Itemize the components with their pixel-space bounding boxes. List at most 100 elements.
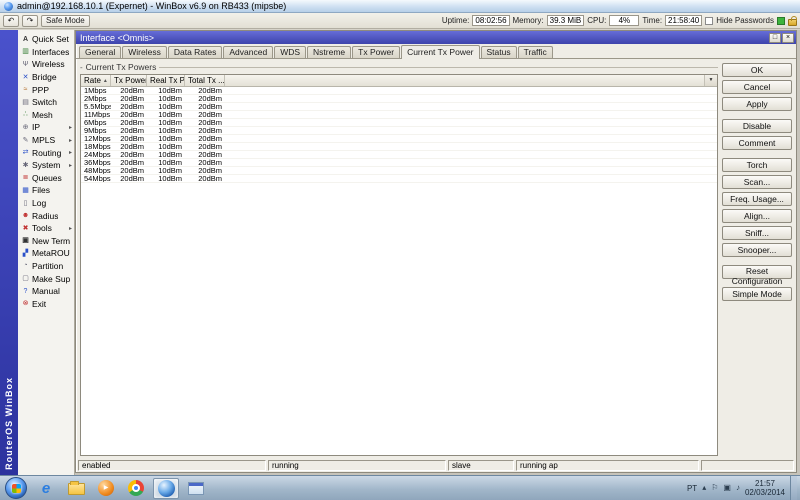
column-chooser-dropdown-icon[interactable]: ▼ — [704, 75, 717, 86]
metarouter-icon: ▞ — [22, 249, 29, 257]
tab-status[interactable]: Status — [480, 46, 517, 58]
table-row[interactable]: 18Mbps 20dBm 10dBm 20dBm — [81, 143, 717, 151]
language-indicator[interactable]: PT — [687, 484, 697, 493]
freq-usage-button[interactable]: Freq. Usage... — [722, 192, 792, 206]
table-row[interactable]: 48Mbps 20dBm 10dBm 20dBm — [81, 167, 717, 175]
volume-icon[interactable]: ♪ — [736, 483, 740, 493]
simple-mode-button[interactable]: Simple Mode — [722, 287, 792, 301]
tab-traffic[interactable]: Traffic — [517, 46, 553, 58]
winbox-app-icon[interactable] — [183, 478, 209, 499]
reset-configuration-button[interactable]: Reset Configuration — [722, 265, 792, 286]
app-titlebar[interactable]: admin@192.168.10.1 (Expernet) - WinBox v… — [0, 0, 800, 13]
table-row[interactable]: 11Mbps 20dBm 10dBm 20dBm — [81, 111, 717, 119]
tab-current-tx-power[interactable]: Current Tx Power — [401, 45, 480, 59]
time-value: 21:58:40 — [665, 15, 703, 26]
column-header-total-tx-power[interactable]: Total Tx ... — [185, 75, 225, 86]
table-row[interactable]: 1Mbps 20dBm 10dBm 20dBm — [81, 87, 717, 95]
real-tx-power-cell: 10dBm — [158, 127, 182, 134]
sidebar-item-exit[interactable]: ⊗ Exit — [18, 297, 74, 310]
sidebar-item-manual[interactable]: ? Manual — [18, 285, 74, 298]
table-row[interactable]: 24Mbps 20dBm 10dBm 20dBm — [81, 151, 717, 159]
sidebar-item-label: Tools — [32, 223, 52, 234]
start-button[interactable] — [3, 477, 29, 499]
total-tx-power-cell: 20dBm — [198, 95, 222, 102]
sidebar-item-routing[interactable]: ⇄ Routing ▸ — [18, 146, 74, 159]
sidebar-item-system[interactable]: ✱ System ▸ — [18, 159, 74, 172]
groupbox-collapse-icon[interactable]: - — [80, 63, 83, 72]
column-header-tx-power[interactable]: Tx Power — [111, 75, 147, 86]
tab-advanced[interactable]: Advanced — [223, 46, 274, 58]
sidebar-item-mesh[interactable]: ∴ Mesh — [18, 109, 74, 122]
table-row[interactable]: 54Mbps 20dBm 10dBm 20dBm — [81, 175, 717, 183]
undo-icon[interactable]: ↶ — [3, 14, 19, 27]
taskbar-clock[interactable]: 21:57 02/03/2014 — [745, 479, 785, 497]
column-header-rate[interactable]: Rate ▲ — [81, 75, 111, 86]
sidebar-item-interfaces[interactable]: ▥ Interfaces — [18, 46, 74, 59]
tab-general[interactable]: General — [79, 46, 122, 58]
sidebar-item-tools[interactable]: ✖ Tools ▸ — [18, 222, 74, 235]
sidebar-item-metarouter[interactable]: ▞MetaROUTER — [18, 247, 74, 260]
apply-button[interactable]: Apply — [722, 97, 792, 111]
ok-button[interactable]: OK — [722, 63, 792, 77]
status-running-ap: running ap — [516, 460, 699, 471]
comment-button[interactable]: Comment — [722, 136, 792, 150]
redo-icon[interactable]: ↷ — [22, 14, 38, 27]
sidebar-item-quick-set[interactable]: A Quick Set — [18, 33, 74, 46]
tab-data-rates[interactable]: Data Rates — [167, 46, 223, 58]
table-row[interactable]: 36Mbps 20dBm 10dBm 20dBm — [81, 159, 717, 167]
windows-explorer-icon[interactable] — [63, 478, 89, 499]
media-player-icon[interactable]: ▶ — [93, 478, 119, 499]
scan-button[interactable]: Scan... — [722, 175, 792, 189]
hidden-icons-chevron[interactable]: ▴ — [702, 483, 706, 493]
table-row[interactable]: 12Mbps 20dBm 10dBm 20dBm — [81, 135, 717, 143]
snooper-button[interactable]: Snooper... — [722, 243, 792, 257]
sidebar-item-make-supout[interactable]: ▢Make Supout.rif — [18, 272, 74, 285]
sidebar-item-label: Wireless — [32, 59, 65, 70]
interface-window-titlebar[interactable]: Interface <Omnis> □ × — [76, 31, 796, 44]
tab-tx-power[interactable]: Tx Power — [352, 46, 401, 58]
sidebar-item-queues[interactable]: ≣ Queues — [18, 172, 74, 185]
real-tx-power-cell: 10dBm — [158, 151, 182, 158]
action-buttons: OK Cancel Apply Disable Comment Torch Sc… — [722, 62, 792, 456]
table-row[interactable]: 9Mbps 20dBm 10dBm 20dBm — [81, 127, 717, 135]
table-row[interactable]: 2Mbps 20dBm 10dBm 20dBm — [81, 95, 717, 103]
sidebar-item-radius[interactable]: ☻ Radius — [18, 209, 74, 222]
play-icon: ▶ — [98, 480, 114, 496]
sidebar-item-log[interactable]: ▯ Log — [18, 197, 74, 210]
winbox-globe-icon[interactable] — [153, 477, 179, 499]
table-row[interactable]: 6Mbps 20dBm 10dBm 20dBm — [81, 119, 717, 127]
disable-button[interactable]: Disable — [722, 119, 792, 133]
column-header-real-tx-power[interactable]: Real Tx P... — [147, 75, 185, 86]
cancel-button[interactable]: Cancel — [722, 80, 792, 94]
sidebar-item-label: Log — [32, 198, 47, 209]
wireless-icon: Ψ — [22, 60, 29, 68]
flag-icon[interactable]: ⚐ — [711, 483, 718, 493]
sidebar-item-wireless[interactable]: Ψ Wireless — [18, 58, 74, 71]
tab-wireless[interactable]: Wireless — [122, 46, 167, 58]
sidebar-item-files[interactable]: ▦ Files — [18, 184, 74, 197]
tx-power-cell: 20dBm — [120, 151, 144, 158]
sidebar-item-ip[interactable]: ⊕ IP ▸ — [18, 121, 74, 134]
align-button[interactable]: Align... — [722, 209, 792, 223]
tab-nstreme[interactable]: Nstreme — [307, 46, 352, 58]
hide-passwords-checkbox[interactable] — [705, 16, 714, 25]
table-row[interactable]: 5.5Mbps 20dBm 10dBm 20dBm — [81, 103, 717, 111]
sidebar-item-switch[interactable]: ▤ Switch — [18, 96, 74, 109]
show-desktop-button[interactable] — [790, 475, 797, 500]
sidebar-item-mpls[interactable]: ✎ MPLS ▸ — [18, 134, 74, 147]
sidebar-item-ppp[interactable]: ≈ PPP — [18, 83, 74, 96]
sidebar-item-label: System — [32, 160, 61, 171]
restore-icon[interactable]: □ — [769, 32, 781, 43]
sniff-button[interactable]: Sniff... — [722, 226, 792, 240]
chrome-icon[interactable] — [123, 478, 149, 499]
tab-wds[interactable]: WDS — [274, 46, 307, 58]
sidebar-item-new-terminal[interactable]: ▣New Terminal — [18, 235, 74, 248]
sidebar-item-partition[interactable]: ◔ Partition — [18, 260, 74, 273]
network-icon[interactable]: ▣ — [723, 483, 731, 493]
sidebar-item-bridge[interactable]: ✕ Bridge — [18, 71, 74, 84]
torch-button[interactable]: Torch — [722, 158, 792, 172]
close-icon[interactable]: × — [782, 32, 794, 43]
safe-mode-button[interactable]: Safe Mode — [41, 14, 90, 27]
internet-explorer-icon[interactable]: e — [33, 478, 59, 499]
winbox-logo-icon — [4, 1, 13, 11]
